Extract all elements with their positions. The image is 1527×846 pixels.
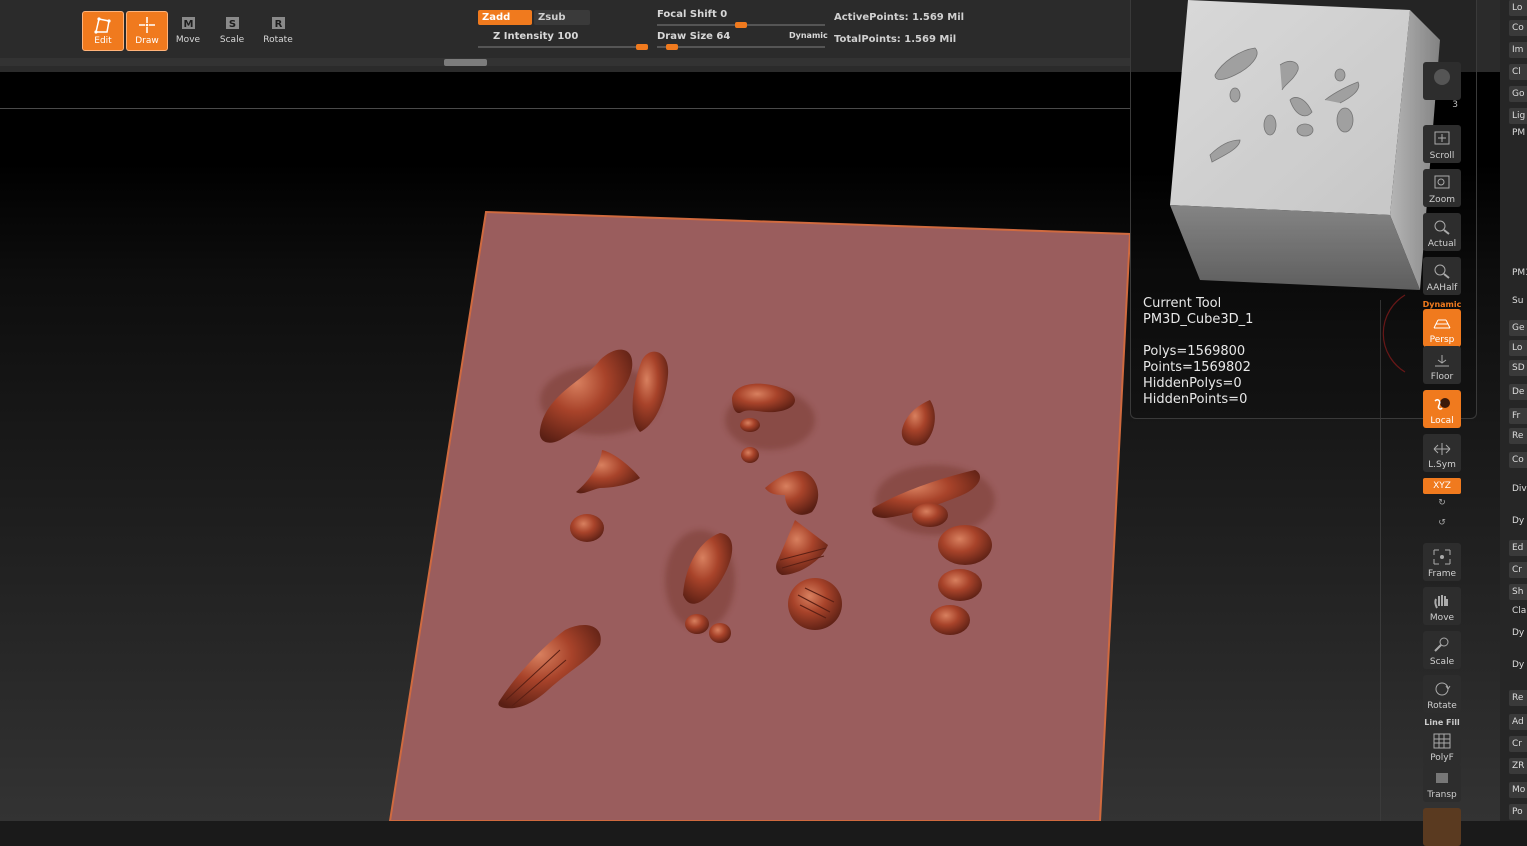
hand-icon <box>1434 595 1448 609</box>
floor-button[interactable]: Floor <box>1422 346 1462 384</box>
floor-label: Floor <box>1430 372 1454 382</box>
move-view-label: Move <box>1429 613 1455 623</box>
line-fill-label: Line Fill <box>1424 718 1460 727</box>
rotate-view-button[interactable]: Rotate <box>1422 675 1462 713</box>
floor-icon <box>1435 355 1449 367</box>
aahalf-label: AAHalf <box>1426 283 1458 293</box>
zoom-label: Zoom <box>1429 195 1455 205</box>
spix-control[interactable]: 3 <box>1422 62 1462 110</box>
local-label: Local <box>1430 416 1454 426</box>
xyz-button[interactable]: XYZ ↻ ↺ <box>1422 478 1462 530</box>
persp-icon <box>1433 319 1451 329</box>
zoom-button[interactable]: Zoom <box>1422 169 1462 207</box>
right-panel-item[interactable]: Fr <box>1509 408 1527 424</box>
right-panel-item[interactable]: Ge <box>1509 320 1527 336</box>
right-panel-item[interactable]: Ed <box>1509 540 1527 556</box>
right-panel-item[interactable]: Lo <box>1509 0 1527 16</box>
right-panel-item[interactable]: Dy <box>1512 660 1527 670</box>
right-panel-item[interactable]: PM3 <box>1512 268 1527 278</box>
local-button[interactable]: Local <box>1422 390 1462 428</box>
scale-view-label: Scale <box>1429 657 1455 667</box>
polyf-icon <box>1433 733 1451 749</box>
bpr-icon <box>1434 69 1450 85</box>
bpr-button[interactable] <box>1423 62 1461 100</box>
dynamic-persp-label: Dynamic <box>1422 300 1462 309</box>
scroll-button[interactable]: Scroll <box>1422 125 1462 163</box>
right-panel-item[interactable]: ZR <box>1509 758 1527 774</box>
scale-view-button[interactable]: Scale <box>1422 631 1462 669</box>
lsym-label: L.Sym <box>1428 460 1456 470</box>
transp-label: Transp <box>1427 790 1457 800</box>
persp-label: Persp <box>1429 335 1455 345</box>
actual-label: Actual <box>1427 239 1457 249</box>
rotate-view-icon <box>1435 682 1451 696</box>
actual-icon <box>1434 220 1450 235</box>
move-view-button[interactable]: Move <box>1422 587 1462 625</box>
transp-button[interactable]: Transp <box>1422 764 1462 802</box>
right-panel-item[interactable]: Cr <box>1509 736 1527 752</box>
right-panel-item[interactable]: Po <box>1509 804 1527 820</box>
right-panel-item[interactable]: Co <box>1509 452 1527 468</box>
polyf-label: PolyF <box>1430 753 1454 763</box>
lsym-button[interactable]: L.Sym <box>1422 434 1462 472</box>
right-panel-item[interactable]: Go <box>1509 86 1527 102</box>
lsym-icon <box>1433 443 1451 455</box>
frame-icon <box>1433 549 1451 565</box>
actual-button[interactable]: Actual <box>1422 213 1462 251</box>
right-panel-item[interactable]: Div <box>1512 484 1527 494</box>
right-panel-item[interactable]: Dy <box>1512 628 1527 638</box>
ghost-button[interactable] <box>1422 808 1462 846</box>
right-panel-item[interactable]: Ad <box>1509 714 1527 730</box>
right-panel-item[interactable]: Lo <box>1509 340 1527 356</box>
scale-view-icon <box>1434 637 1449 652</box>
right-panel-item[interactable]: Re <box>1509 690 1527 706</box>
scroll-label: Scroll <box>1429 151 1455 161</box>
tool-info-polys: Polys=1569800 <box>1143 344 1246 359</box>
persp-button[interactable]: Dynamic Persp <box>1422 300 1462 347</box>
rotate-z-icon[interactable]: ↺ <box>1422 518 1462 530</box>
right-panel-item[interactable]: SD <box>1509 360 1527 376</box>
right-panel-item[interactable]: Lig <box>1509 108 1527 124</box>
tool-info-text: Current Tool PM3D_Cube3D_1 Polys=1569800… <box>1143 296 1253 408</box>
zoom-icon <box>1434 175 1450 189</box>
sculpt-plane[interactable] <box>388 210 1132 821</box>
right-panel-item[interactable]: Re <box>1509 428 1527 444</box>
right-panel-item[interactable]: Cla <box>1512 606 1527 616</box>
polyf-button[interactable]: Line Fill PolyF <box>1422 718 1462 765</box>
right-panel-item[interactable]: Sh <box>1509 584 1527 600</box>
aahalf-button[interactable]: AAHalf <box>1422 257 1462 295</box>
rotate-y-icon[interactable]: ↻ <box>1422 498 1462 510</box>
right-panel-item[interactable]: Mo <box>1509 782 1527 798</box>
tool-info-hidden-polys: HiddenPolys=0 <box>1143 376 1242 391</box>
frame-label: Frame <box>1427 569 1457 579</box>
tool-info-points: Points=1569802 <box>1143 360 1251 375</box>
transp-icon <box>1436 773 1448 783</box>
frame-button[interactable]: Frame <box>1422 543 1462 581</box>
scroll-icon <box>1434 131 1450 145</box>
xyz-label: XYZ <box>1423 478 1461 494</box>
spix-value: 3 <box>1452 100 1458 110</box>
tool-info-hidden-points: HiddenPoints=0 <box>1143 392 1248 407</box>
local-icon <box>1434 398 1450 410</box>
right-panel-item[interactable]: Co <box>1509 20 1527 36</box>
right-panel-item[interactable]: Cl <box>1509 64 1527 80</box>
right-panel-item[interactable]: Dy <box>1512 516 1527 526</box>
tool-info-title: Current Tool <box>1143 296 1222 311</box>
right-panel-item[interactable]: De <box>1509 384 1527 400</box>
right-panel-item[interactable]: Im <box>1509 42 1527 58</box>
tool-info-name: PM3D_Cube3D_1 <box>1143 312 1254 327</box>
right-panel-item[interactable]: PM <box>1512 128 1527 138</box>
aahalf-icon <box>1434 264 1450 279</box>
right-panel-item[interactable]: Cr <box>1509 562 1527 578</box>
right-panel-item[interactable]: Su <box>1512 296 1527 306</box>
rotate-view-label: Rotate <box>1427 701 1457 711</box>
